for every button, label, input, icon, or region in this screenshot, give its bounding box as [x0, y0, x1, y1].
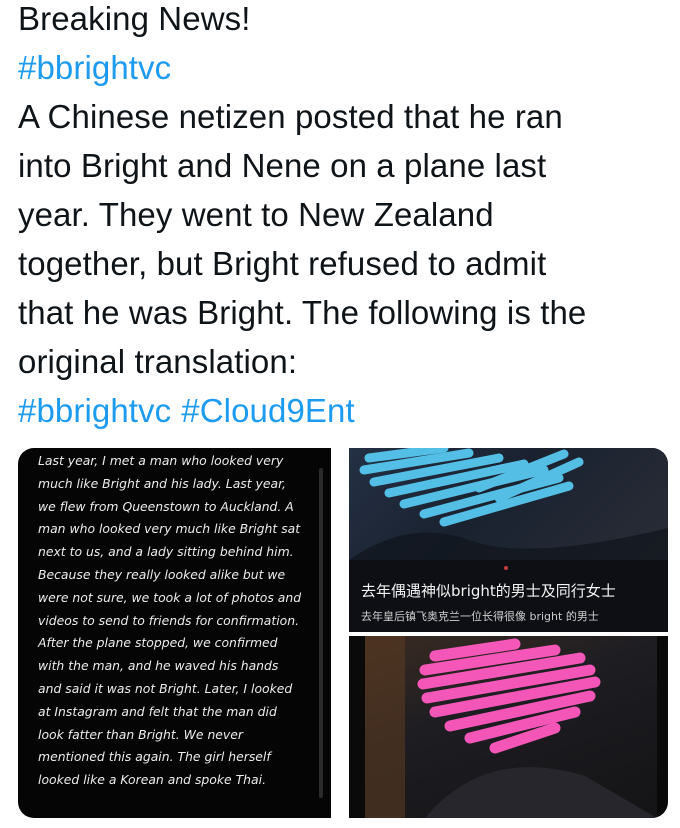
caption-line: were not sure, we took a lot of photos a… — [38, 589, 302, 605]
hashtag-cloud9ent[interactable]: #Cloud9Ent — [181, 392, 354, 429]
caption-line: looked like a Korean and spoke Thai. — [38, 772, 267, 788]
tweet-heading: Breaking News! — [18, 0, 251, 37]
tweet-body-line: together, but Bright refused to admit — [18, 245, 547, 282]
blue-scribble-overlay — [349, 448, 668, 560]
chinese-title: 去年偶遇神似bright的男士及同行女士 — [361, 582, 616, 600]
caption-line: After the plane stopped, we confirmed — [38, 635, 278, 651]
tweet-body-line: original translation: — [18, 343, 298, 380]
caption-line: man who looked very much like Bright sat — [38, 521, 301, 537]
tweet-body-line: that he was Bright. The following is the — [18, 294, 587, 331]
tweet-body-line: into Bright and Nene on a plane last — [18, 147, 547, 184]
hashtag-bbrightvc[interactable]: #bbrightvc — [18, 49, 171, 86]
caption-line: look fatter than Bright. We never — [38, 726, 243, 742]
tweet-body-line: A Chinese netizen posted that he ran — [18, 98, 563, 135]
chinese-subtitle: 去年皇后镇飞奥克兰一位长得很像 bright 的男士 — [361, 610, 599, 623]
caption-line: Last year, I met a man who looked very — [38, 453, 284, 468]
caption-line: mentioned this again. The girl herself — [38, 749, 271, 765]
cabin-seat-photo — [365, 636, 657, 818]
carousel-dot — [504, 566, 508, 570]
caption-line: much like Bright and his lady. Last year… — [38, 475, 286, 491]
tweet: Breaking News! #bbrightvc A Chinese neti… — [0, 0, 680, 828]
media-image-cabin-photo[interactable] — [349, 636, 668, 818]
media-grid: Last year, I met a man who looked very m… — [18, 448, 668, 818]
scrollbar — [319, 468, 323, 798]
hashtag-row: #bbrightvc #Cloud9Ent — [18, 386, 673, 435]
media-image-text-screenshot[interactable]: Last year, I met a man who looked very m… — [18, 448, 333, 818]
caption-line: and said it was not Bright. Later, I loo… — [38, 680, 293, 696]
hashtag-bbrightvc[interactable]: #bbrightvc — [18, 392, 171, 429]
translated-caption: Last year, I met a man who looked very m… — [38, 450, 328, 792]
caption-line: with the man, and he waved his hands — [38, 658, 279, 674]
media-image-plane-photo[interactable]: 去年偶遇神似bright的男士及同行女士 去年皇后镇飞奥克兰一位长得很像 bri… — [349, 448, 668, 632]
caption-line: at Instagram and felt that the man did — [38, 703, 277, 719]
plane-cabin-photo — [349, 448, 668, 560]
tweet-body-line: year. They went to New Zealand — [18, 196, 494, 233]
pink-scribble-overlay — [365, 636, 657, 818]
caption-line: next to us, and a lady sitting behind hi… — [38, 544, 294, 560]
caption-line: videos to send to friends for confirmati… — [38, 612, 300, 628]
caption-line: Because they really looked alike but we — [38, 566, 286, 582]
tweet-text: Breaking News! #bbrightvc A Chinese neti… — [18, 0, 673, 435]
caption-line: we flew from Queenstown to Auckland. A — [38, 498, 294, 514]
